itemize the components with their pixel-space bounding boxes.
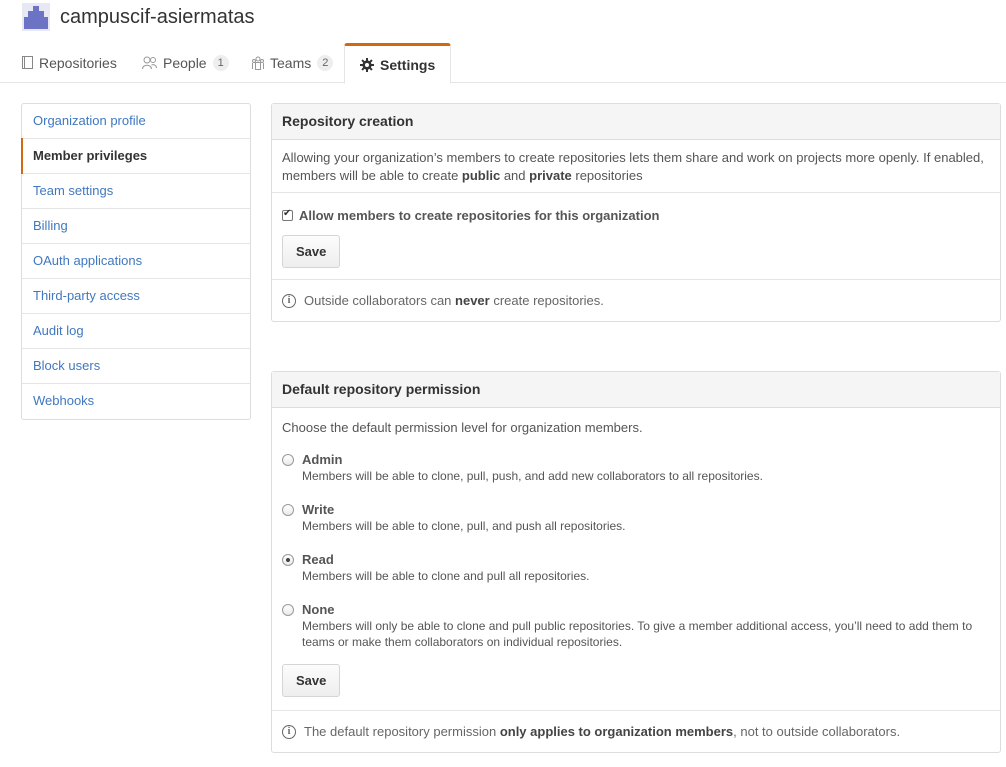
sidebar-item-billing[interactable]: Billing xyxy=(22,209,250,244)
permission-form-row: Choose the default permission level for … xyxy=(272,408,1000,711)
panel-note-row: i Outside collaborators can never create… xyxy=(272,280,1000,321)
panel-description-row: Allowing your organization’s members to … xyxy=(272,140,1000,193)
permission-option-admin[interactable]: Admin Members will be able to clone, pul… xyxy=(282,452,990,484)
teams-count: 2 xyxy=(317,55,334,71)
outside-collaborators-note: i Outside collaborators can never create… xyxy=(282,293,990,308)
org-avatar[interactable] xyxy=(22,3,50,31)
people-count: 1 xyxy=(212,55,229,71)
tab-people[interactable]: People 1 xyxy=(142,43,229,83)
tab-settings[interactable]: Settings xyxy=(344,43,452,84)
save-repo-creation-button[interactable]: Save xyxy=(282,235,341,268)
read-radio[interactable] xyxy=(282,554,294,566)
repository-creation-panel: Repository creation Allowing your organi… xyxy=(271,103,1001,322)
gear-icon xyxy=(360,57,374,72)
option-description: Members will be able to clone, pull, pus… xyxy=(302,469,763,483)
repo-creation-description: Allowing your organization’s members to … xyxy=(282,150,984,183)
settings-sidebar: Organization profile Member privileges T… xyxy=(21,103,251,420)
info-icon: i xyxy=(282,724,296,739)
option-description: Members will only be able to clone and p… xyxy=(302,619,973,649)
checkbox-label: Allow members to create repositories for… xyxy=(299,208,660,223)
sidebar-item-organization-profile[interactable]: Organization profile xyxy=(22,104,250,139)
org-header: campuscif-asiermatas Repositories People… xyxy=(0,0,1006,84)
save-default-permission-button[interactable]: Save xyxy=(282,664,341,697)
admin-radio[interactable] xyxy=(282,454,294,466)
sidebar-item-oauth-applications[interactable]: OAuth applications xyxy=(22,244,250,279)
permission-intro: Choose the default permission level for … xyxy=(282,420,643,435)
sidebar-item-block-users[interactable]: Block users xyxy=(22,349,250,384)
sidebar-item-audit-log[interactable]: Audit log xyxy=(22,314,250,349)
tab-label: Repositories xyxy=(39,55,117,71)
sidebar-item-webhooks[interactable]: Webhooks xyxy=(22,384,250,419)
option-title: Write xyxy=(302,502,335,517)
option-title: None xyxy=(302,602,335,617)
info-icon: i xyxy=(282,293,296,308)
org-name[interactable]: campuscif-asiermatas xyxy=(60,6,255,29)
people-icon xyxy=(142,56,157,70)
tab-repositories[interactable]: Repositories xyxy=(22,43,117,83)
write-radio[interactable] xyxy=(282,504,294,516)
none-radio[interactable] xyxy=(282,604,294,616)
panel-form-row: Allow members to create repositories for… xyxy=(272,193,1000,280)
permission-option-write[interactable]: Write Members will be able to clone, pul… xyxy=(282,502,990,534)
tab-label: Settings xyxy=(380,56,436,73)
option-description: Members will be able to clone, pull, and… xyxy=(302,519,626,533)
permission-option-read[interactable]: Read Members will be able to clone and p… xyxy=(282,552,990,584)
option-title: Read xyxy=(302,552,334,567)
sidebar-item-third-party-access[interactable]: Third-party access xyxy=(22,279,250,314)
panel-title: Default repository permission xyxy=(272,372,1000,408)
option-title: Admin xyxy=(302,452,343,467)
tab-label: People xyxy=(163,55,207,71)
default-permission-panel: Default repository permission Choose the… xyxy=(271,371,1001,753)
tab-teams[interactable]: Teams 2 xyxy=(252,43,334,83)
allow-create-repos-option[interactable]: Allow members to create repositories for… xyxy=(282,208,990,223)
sidebar-item-member-privileges[interactable]: Member privileges xyxy=(21,138,250,174)
repo-icon xyxy=(22,56,33,69)
option-description: Members will be able to clone and pull a… xyxy=(302,569,590,583)
permission-note-row: i The default repository permission only… xyxy=(272,711,1000,752)
tab-label: Teams xyxy=(270,55,312,71)
default-permission-note: i The default repository permission only… xyxy=(282,724,990,739)
panel-title: Repository creation xyxy=(272,104,1000,140)
allow-create-repos-checkbox[interactable] xyxy=(282,208,293,221)
permission-option-none[interactable]: None Members will only be able to clone … xyxy=(282,602,990,650)
teams-icon xyxy=(252,56,264,70)
sidebar-item-team-settings[interactable]: Team settings xyxy=(22,174,250,209)
